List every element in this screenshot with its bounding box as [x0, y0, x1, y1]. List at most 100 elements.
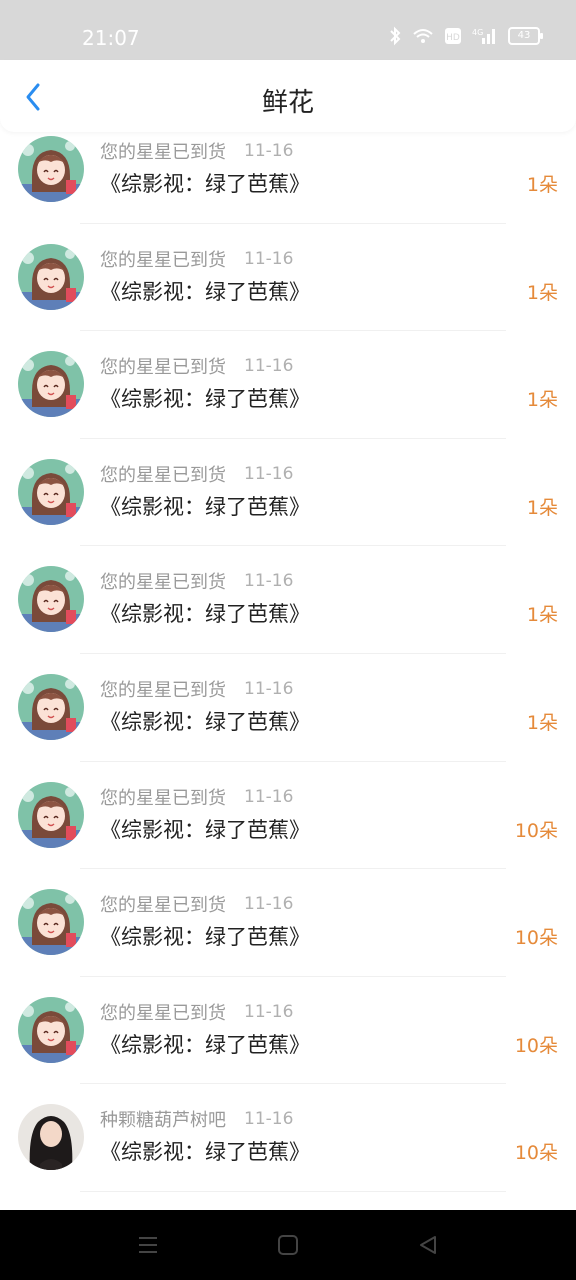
- flower-amount: 1朵: [526, 604, 558, 627]
- avatar[interactable]: [18, 458, 84, 525]
- sender-name: 您的星星已到货: [100, 357, 226, 379]
- avatar[interactable]: [18, 1104, 84, 1171]
- book-title: 《综影视：绿了芭蕉》: [100, 279, 310, 304]
- book-title: 《综影视：绿了芭蕉》: [100, 817, 310, 842]
- sender-name: 您的星星已到货: [100, 142, 226, 163]
- svg-text:4G: 4G: [472, 28, 483, 37]
- flower-amount: 1朵: [526, 711, 558, 734]
- list-item[interactable]: 您的星星已到货 11-16 《综影视：绿了芭蕉》 1朵: [0, 654, 576, 762]
- avatar-image: [18, 566, 84, 633]
- book-title: 《综影视：绿了芭蕉》: [100, 172, 310, 196]
- item-date: 11-16: [244, 786, 294, 807]
- book-title: 《综影视：绿了芭蕉》: [100, 387, 310, 412]
- system-navigation-bar: [0, 1210, 576, 1280]
- item-date: 11-16: [244, 248, 294, 269]
- item-date: 11-16: [244, 571, 294, 592]
- item-date: 11-16: [244, 1109, 294, 1130]
- avatar-image: [18, 458, 84, 525]
- divider: [80, 1190, 506, 1192]
- sender-name: 您的星星已到货: [100, 787, 226, 809]
- item-meta: 您的星星已到货 11-16: [100, 353, 293, 379]
- list-item[interactable]: 您的星星已到货 11-16 《综影视：绿了芭蕉》 1朵: [0, 546, 576, 654]
- avatar[interactable]: [18, 889, 84, 956]
- sender-name: 您的星星已到货: [100, 895, 226, 917]
- item-date: 11-16: [244, 141, 294, 161]
- svg-text:HD: HD: [446, 33, 460, 43]
- flower-amount: 10朵: [514, 1034, 558, 1057]
- home-button[interactable]: [268, 1225, 308, 1265]
- avatar[interactable]: [18, 136, 84, 202]
- book-title: 《综影视：绿了芭蕉》: [100, 709, 310, 734]
- item-date: 11-16: [244, 356, 294, 377]
- list-item[interactable]: 您的星星已到货 11-16 《综影视：绿了芭蕉》 10朵: [0, 869, 576, 977]
- status-icons: HD 4G 43: [388, 26, 543, 46]
- avatar-image: [18, 673, 84, 740]
- avatar-image: [18, 351, 84, 418]
- avatar-image: [18, 889, 84, 956]
- avatar-image: [18, 136, 84, 202]
- status-time: 21:07: [82, 26, 140, 50]
- bluetooth-icon: [390, 26, 401, 46]
- item-meta: 您的星星已到货 11-16: [100, 246, 293, 272]
- item-date: 11-16: [244, 894, 294, 915]
- avatar[interactable]: [18, 243, 84, 310]
- page-title: 鲜花: [261, 88, 314, 118]
- item-meta: 种颗糖葫芦树吧 11-16: [100, 1106, 293, 1132]
- avatar[interactable]: [18, 996, 84, 1063]
- hd-icon: HD: [445, 28, 461, 44]
- item-date: 11-16: [244, 1001, 294, 1022]
- gift-list: 您的星星已到货 11-16 《综影视：绿了芭蕉》 1朵 您的星星已到货 11-1…: [0, 132, 576, 1210]
- avatar-image: [18, 996, 84, 1063]
- status-bar: 21:07 HD 4G 43: [0, 0, 576, 60]
- menu-button[interactable]: [128, 1225, 168, 1265]
- item-meta: 您的星星已到货 11-16: [100, 461, 293, 487]
- back-system-button[interactable]: [408, 1225, 448, 1265]
- avatar-image: [18, 781, 84, 848]
- list-item[interactable]: 您的星星已到货 11-16 《综影视：绿了芭蕉》 1朵: [0, 224, 576, 332]
- header: 鲜花: [0, 60, 576, 132]
- item-meta: 您的星星已到货 11-16: [100, 999, 293, 1025]
- list-item[interactable]: 种颗糖葫芦树吧 11-16 《综影视：绿了芭蕉》 10朵: [0, 1084, 576, 1192]
- sender-name: 种颗糖葫芦树吧: [100, 1110, 226, 1132]
- sender-name: 您的星星已到货: [100, 679, 226, 701]
- triangle-back-icon: [420, 1236, 436, 1254]
- flower-amount: 10朵: [514, 927, 558, 950]
- sender-name: 您的星星已到货: [100, 464, 226, 486]
- avatar-image: [18, 1104, 84, 1171]
- item-date: 11-16: [244, 678, 294, 699]
- item-meta: 您的星星已到货 11-16: [100, 568, 293, 594]
- avatar[interactable]: [18, 781, 84, 848]
- item-meta: 您的星星已到货 11-16: [100, 891, 293, 917]
- menu-icon: [139, 1237, 157, 1253]
- flower-amount: 1朵: [526, 281, 558, 304]
- sender-name: 您的星星已到货: [100, 572, 226, 594]
- item-meta: 您的星星已到货 11-16: [100, 784, 293, 810]
- list-item[interactable]: 您的星星已到货 11-16 《综影视：绿了芭蕉》 10朵: [0, 762, 576, 870]
- home-icon: [278, 1235, 298, 1255]
- avatar[interactable]: [18, 351, 84, 418]
- book-title: 《综影视：绿了芭蕉》: [100, 1032, 310, 1057]
- wifi-icon: [413, 29, 433, 43]
- item-meta: 您的星星已到货 11-16: [100, 138, 293, 164]
- avatar-image: [18, 243, 84, 310]
- book-title: 《综影视：绿了芭蕉》: [100, 494, 310, 519]
- sender-name: 您的星星已到货: [100, 1002, 226, 1024]
- list-item[interactable]: 您的星星已到货 11-16 《综影视：绿了芭蕉》 10朵: [0, 977, 576, 1085]
- avatar[interactable]: [18, 673, 84, 740]
- list-item[interactable]: 您的星星已到货 11-16 《综影视：绿了芭蕉》 1朵: [0, 331, 576, 439]
- avatar[interactable]: [18, 566, 84, 633]
- signal-4g-icon: 4G: [472, 28, 495, 44]
- item-date: 11-16: [244, 463, 294, 484]
- list-item[interactable]: 您的星星已到货 11-16 《综影视：绿了芭蕉》 1朵: [0, 439, 576, 547]
- book-title: 《综影视：绿了芭蕉》: [100, 925, 310, 950]
- flower-amount: 1朵: [526, 389, 558, 412]
- list-item[interactable]: 您的星星已到货 11-16 《综影视：绿了芭蕉》 1朵: [0, 132, 576, 224]
- item-meta: 您的星星已到货 11-16: [100, 676, 293, 702]
- battery-icon: 43: [508, 27, 543, 45]
- book-title: 《综影视：绿了芭蕉》: [100, 1140, 310, 1165]
- flower-amount: 1朵: [526, 496, 558, 519]
- book-title: 《综影视：绿了芭蕉》: [100, 602, 310, 627]
- sender-name: 您的星星已到货: [100, 249, 226, 271]
- flower-amount: 10朵: [514, 1142, 558, 1165]
- flower-amount: 10朵: [514, 819, 558, 842]
